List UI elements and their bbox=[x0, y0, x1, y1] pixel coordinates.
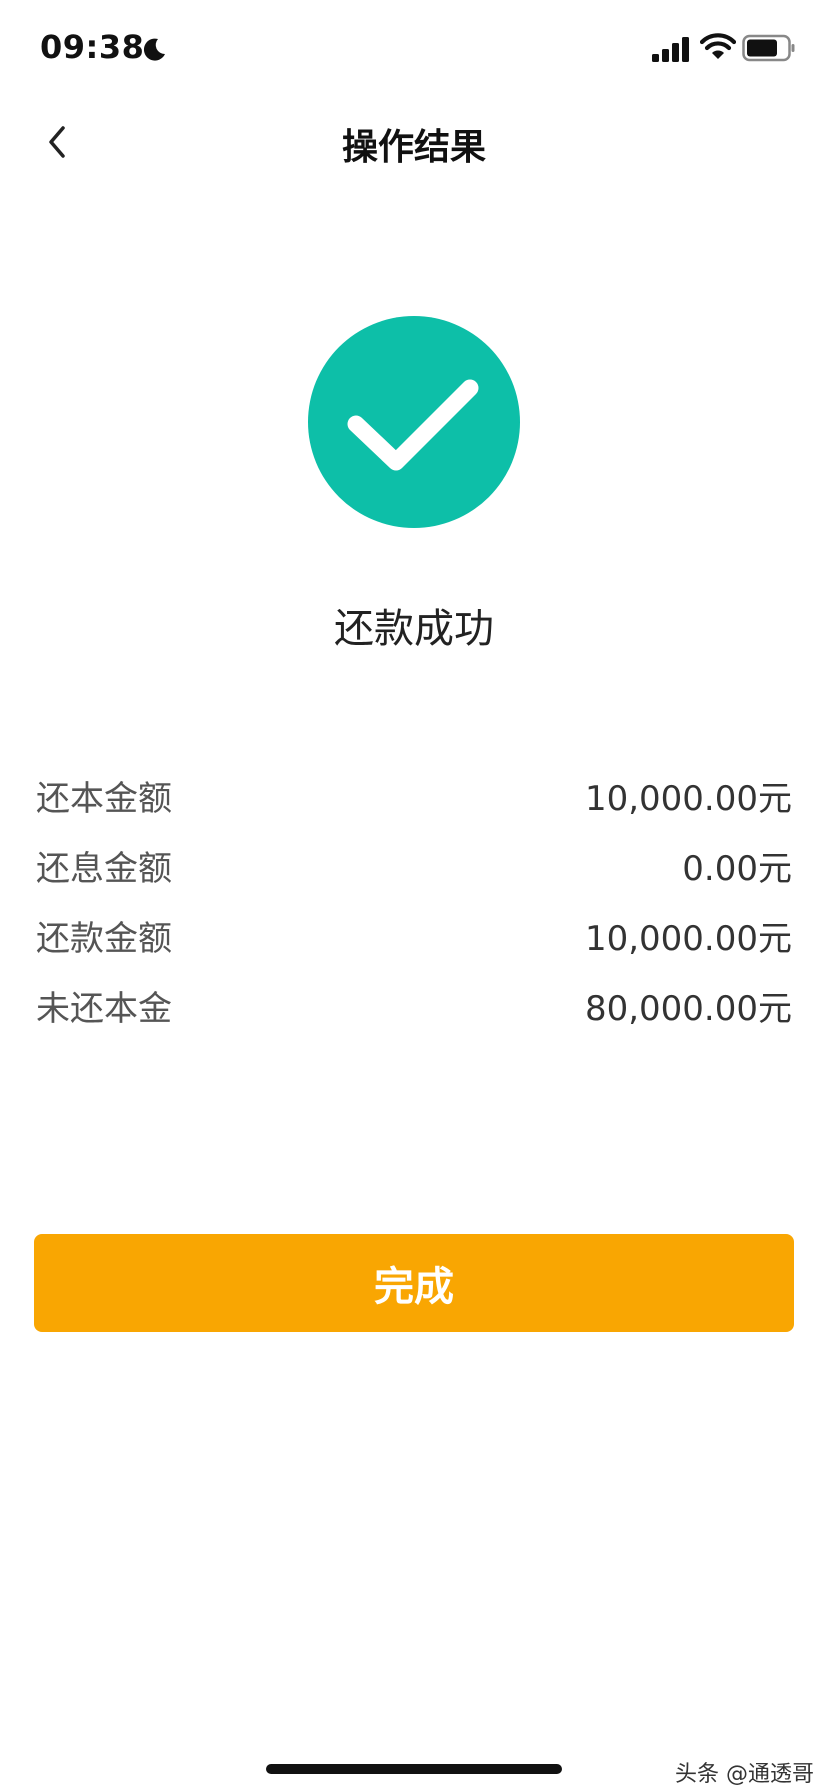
watermark: 头条 @通透哥 bbox=[675, 1762, 814, 1787]
wifi-icon bbox=[700, 33, 736, 59]
detail-row-principal: 还本金额 10,000.00元 bbox=[36, 760, 792, 830]
page-title: 操作结果 bbox=[341, 127, 486, 168]
moon-icon bbox=[143, 38, 165, 61]
repayment-details: 还本金额 10,000.00元 还息金额 0.00元 还款金额 10,000.0… bbox=[36, 760, 792, 1040]
status-bar: 09:38 bbox=[0, 0, 828, 100]
detail-label: 还款金额 bbox=[36, 918, 172, 959]
detail-value: 10,000.00元 bbox=[584, 918, 792, 959]
detail-row-remaining: 未还本金 80,000.00元 bbox=[36, 970, 792, 1040]
detail-label: 未还本金 bbox=[36, 988, 172, 1029]
detail-value: 0.00元 bbox=[682, 848, 792, 889]
detail-value: 10,000.00元 bbox=[584, 778, 792, 819]
result-message: 还款成功 bbox=[334, 606, 494, 652]
detail-row-interest: 还息金额 0.00元 bbox=[36, 830, 792, 900]
detail-row-total: 还款金额 10,000.00元 bbox=[36, 900, 792, 970]
done-button-label: 完成 bbox=[374, 1264, 454, 1310]
signal-icon bbox=[652, 37, 689, 62]
status-time: 09:38 bbox=[40, 28, 145, 66]
detail-label: 还息金额 bbox=[36, 848, 172, 889]
detail-value: 80,000.00元 bbox=[584, 988, 792, 1029]
battery-icon bbox=[742, 34, 795, 62]
home-indicator[interactable] bbox=[266, 1764, 562, 1774]
nav-bar: 操作结果 bbox=[0, 100, 828, 182]
detail-label: 还本金额 bbox=[36, 778, 172, 819]
check-circle-icon bbox=[308, 316, 520, 528]
done-button[interactable]: 完成 bbox=[34, 1234, 794, 1332]
